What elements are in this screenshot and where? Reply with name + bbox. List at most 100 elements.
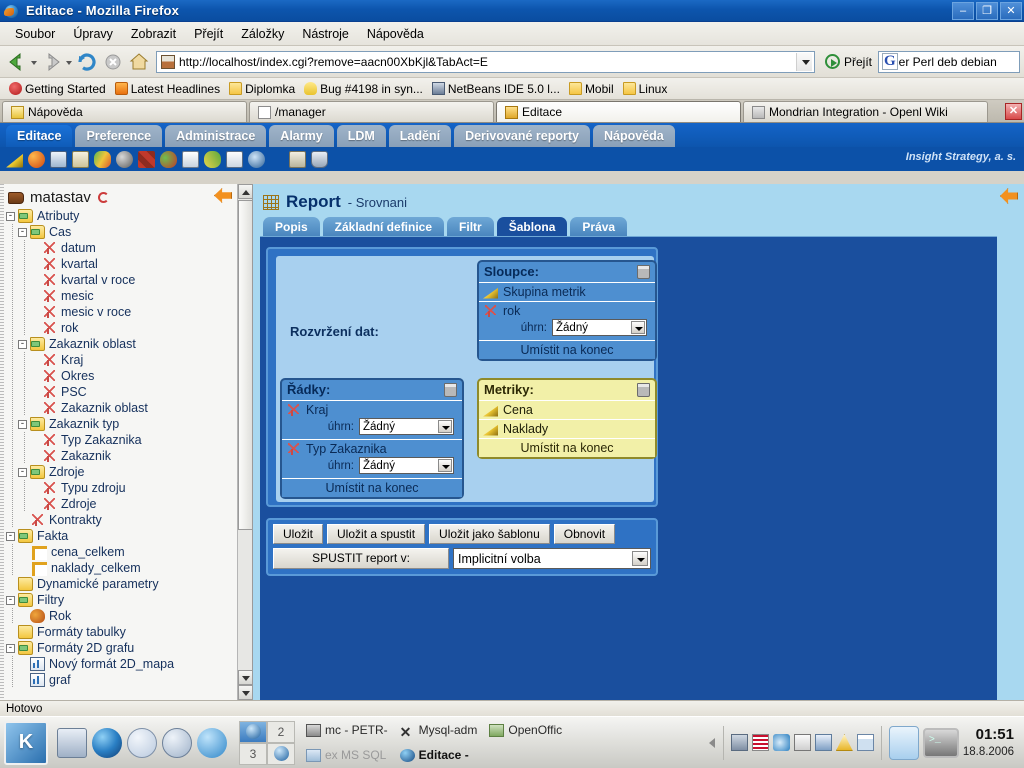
tree-node[interactable]: Formáty tabulky xyxy=(6,624,252,640)
scroll-thumb[interactable] xyxy=(238,200,252,530)
tree-node[interactable]: PSC xyxy=(6,384,252,400)
tree-node[interactable]: - Zdroje xyxy=(6,464,252,480)
tree-node[interactable]: - Cas xyxy=(6,224,252,240)
tree-node[interactable]: datum xyxy=(6,240,252,256)
metric-icon[interactable] xyxy=(6,153,23,168)
back-dropdown-icon[interactable] xyxy=(30,49,39,75)
tab-popis[interactable]: Popis xyxy=(263,217,320,236)
menu-zobrazit[interactable]: Zobrazit xyxy=(122,24,185,44)
forward-dropdown-icon[interactable] xyxy=(65,49,74,75)
bookmark-mobil[interactable]: Mobil xyxy=(566,81,617,97)
tree-node[interactable]: - Atributy xyxy=(6,208,252,224)
desktop-2-button[interactable]: 2 xyxy=(267,720,295,743)
tree-node[interactable]: - Formáty 2D grafu xyxy=(6,640,252,656)
url-history-dropdown-icon[interactable] xyxy=(795,52,812,71)
tree-node[interactable]: Kraj xyxy=(6,352,252,368)
app-tab-derivovane-reporty[interactable]: Derivované reporty xyxy=(454,125,590,147)
menu-zalozky[interactable]: Záložky xyxy=(232,24,293,44)
tree-node[interactable]: Rok xyxy=(6,608,252,624)
app-tab-editace[interactable]: Editace xyxy=(6,125,73,147)
chevron-down-icon[interactable] xyxy=(631,321,645,334)
scroll-up-button-2[interactable] xyxy=(238,670,252,685)
tree-node[interactable]: Nový formát 2D_mapa xyxy=(6,656,252,672)
tree-node[interactable]: cena_celkem xyxy=(6,544,252,560)
tree-expander[interactable]: - xyxy=(18,467,27,477)
rows-place-end-button[interactable]: Umístit na konec xyxy=(282,478,462,497)
object-icon[interactable] xyxy=(116,150,133,168)
kget-icon[interactable] xyxy=(793,734,811,751)
scroll-up-button[interactable] xyxy=(238,184,252,199)
trash-icon[interactable] xyxy=(637,382,650,397)
tree-node[interactable]: - Filtry xyxy=(6,592,252,608)
tab-filtr[interactable]: Filtr xyxy=(447,217,494,236)
task-openoffice[interactable]: OpenOffic xyxy=(484,721,567,739)
desktop-1-button[interactable] xyxy=(239,720,267,743)
uhrn-select[interactable]: Žádný xyxy=(552,319,647,336)
kmenu-button[interactable]: K xyxy=(4,720,48,765)
save-button[interactable]: Uložit xyxy=(273,524,324,544)
tree-expander[interactable]: - xyxy=(18,227,27,237)
document-icon[interactable] xyxy=(182,150,199,168)
tab-sablona[interactable]: Šablona xyxy=(496,217,568,236)
forward-arrow-icon[interactable] xyxy=(39,49,65,75)
desktop-4-button[interactable] xyxy=(267,742,295,765)
browser-tab-editace[interactable]: Editace xyxy=(496,101,741,122)
rows-item-kraj[interactable]: Kraj úhrn: Žádný xyxy=(282,400,462,439)
app-tab-alarmy[interactable]: Alarmy xyxy=(269,125,334,147)
tree-node[interactable]: rok xyxy=(6,320,252,336)
chevron-down-icon[interactable] xyxy=(438,459,452,472)
tree-node[interactable]: Okres xyxy=(6,368,252,384)
korganizer-icon[interactable] xyxy=(856,734,874,751)
columns-item-rok[interactable]: rok úhrn: Žádný xyxy=(479,301,655,340)
close-button[interactable]: ✕ xyxy=(1000,1,1022,20)
bookmark-getting-started[interactable]: Getting Started xyxy=(6,81,109,97)
tree-node[interactable]: kvartal v roce xyxy=(6,272,252,288)
tree-node[interactable]: Zakaznik oblast xyxy=(6,400,252,416)
klipper-icon[interactable] xyxy=(835,734,853,751)
kmix-icon[interactable] xyxy=(730,734,748,751)
uhrn-select[interactable]: Žádný xyxy=(359,457,454,474)
refresh-button[interactable]: Obnovit xyxy=(553,524,616,544)
tree-node[interactable]: mesic v roce xyxy=(6,304,252,320)
tree-node[interactable]: mesic xyxy=(6,288,252,304)
tree-expander[interactable]: - xyxy=(6,211,15,221)
metrics-item-cena[interactable]: Cena xyxy=(479,400,655,419)
go-button[interactable]: Přejít xyxy=(819,54,878,69)
app-tab-ladeni[interactable]: Ladění xyxy=(388,125,452,147)
tree-node[interactable]: Zdroje xyxy=(6,496,252,512)
menu-napoveda[interactable]: Nápověda xyxy=(358,24,433,44)
terminal-monitor-icon[interactable] xyxy=(922,727,959,758)
close-tab-button[interactable]: ✕ xyxy=(1005,103,1022,120)
chevron-down-icon[interactable] xyxy=(632,551,648,566)
browser-tab-napoveda[interactable]: Nápověda xyxy=(2,101,247,122)
cube-icon[interactable] xyxy=(138,150,155,168)
tree-node[interactable]: Zakaznik xyxy=(6,448,252,464)
browser-tab-manager[interactable]: /manager xyxy=(249,101,494,122)
tree-expander[interactable]: - xyxy=(18,339,27,349)
map-icon[interactable] xyxy=(94,150,111,168)
table-icon[interactable] xyxy=(226,150,243,168)
settings-icon[interactable] xyxy=(197,727,227,758)
save-as-template-button[interactable]: Uložit jako šablonu xyxy=(429,524,550,544)
rows-item-typ-zakaznika[interactable]: Typ Zakaznika úhrn: Žádný xyxy=(282,439,462,478)
google-icon[interactable]: G xyxy=(882,53,898,70)
sidebar-scrollbar[interactable] xyxy=(237,184,252,700)
bookmark-latest-headlines[interactable]: Latest Headlines xyxy=(112,81,223,97)
clock[interactable]: 01:51 18.8.2006 xyxy=(963,726,1020,759)
tree-expander[interactable]: - xyxy=(6,595,15,605)
menu-nastroje[interactable]: Nástroje xyxy=(293,24,358,44)
tree-node[interactable]: - Fakta xyxy=(6,528,252,544)
bookmark-bug[interactable]: Bug #4198 in syn... xyxy=(301,81,426,97)
tray-collapse-icon[interactable] xyxy=(708,731,716,755)
filter-icon[interactable] xyxy=(28,150,45,168)
trash-icon[interactable] xyxy=(444,382,457,397)
metrics-item-naklady[interactable]: Naklady xyxy=(479,419,655,438)
menu-soubor[interactable]: Soubor xyxy=(6,24,64,44)
columns-item-skupina-metrik[interactable]: Skupina metrik xyxy=(479,282,655,301)
reload-icon[interactable] xyxy=(74,49,100,75)
keyboard-layout-us-icon[interactable] xyxy=(751,734,769,751)
menu-prejit[interactable]: Přejít xyxy=(185,24,232,44)
report-icon[interactable] xyxy=(50,150,67,168)
app-tab-ldm[interactable]: LDM xyxy=(336,125,386,147)
bookmark-linux[interactable]: Linux xyxy=(620,81,671,97)
